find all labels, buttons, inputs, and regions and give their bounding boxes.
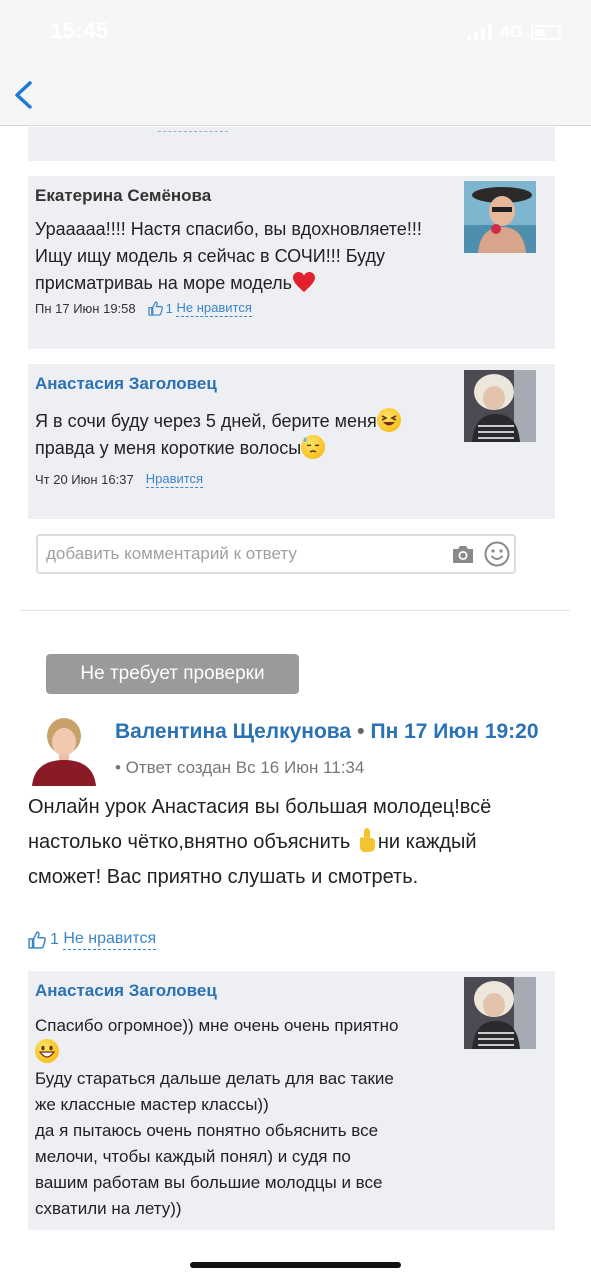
comment-date: Чт 20 Июн 16:37 (35, 472, 134, 487)
comment-card: Анастасия Заголовец Спасибо огромное)) м… (28, 971, 555, 1230)
like-control[interactable]: Нравится (145, 471, 204, 488)
post-date[interactable]: Пн 17 Июн 19:20 (370, 720, 538, 743)
like-count: 1 (50, 931, 59, 948)
avatar-photo (464, 977, 536, 1049)
camera-icon[interactable] (452, 544, 474, 564)
chevron-left-icon[interactable] (10, 77, 40, 113)
comment-author[interactable]: Екатерина Семёнова (35, 186, 211, 206)
avatar-photo (464, 370, 536, 442)
comment-meta: Пн 17 Июн 19:58 1 Не нравится (35, 300, 252, 317)
avatar[interactable] (464, 181, 536, 253)
comment-author[interactable]: Анастасия Заголовец (35, 981, 217, 1001)
comment-date: Пн 17 Июн 19:58 (35, 301, 136, 316)
nav-bar (0, 64, 591, 126)
thumbs-up-icon (28, 931, 46, 949)
like-toggle-link[interactable]: Нравится (145, 471, 204, 488)
comment-text: Урааааа!!!! Настя спасибо, вы вдохновляе… (35, 219, 422, 293)
avatar[interactable] (28, 714, 100, 786)
separator: • (357, 720, 365, 743)
comment-text: Спасибо огромное)) мне очень очень прият… (35, 1016, 399, 1218)
avatar-photo (28, 714, 100, 786)
reply-comment-input[interactable] (46, 542, 446, 566)
status-badge: Не требует проверки (46, 654, 299, 694)
comment-card-partial (28, 127, 555, 161)
grinning-squinting-face-icon (376, 408, 401, 432)
section-divider (20, 610, 570, 611)
downcast-face-with-sweat-icon (301, 435, 326, 459)
post-author-line: Валентина Щелкунова • Пн 17 Июн 19:20 (115, 720, 539, 744)
grinning-face-icon (35, 1039, 59, 1063)
avatar-photo (464, 181, 536, 253)
network-label: 4G (500, 22, 523, 41)
status-time: 15:45 (50, 18, 109, 43)
like-control[interactable]: 1 Не нравится (28, 930, 157, 950)
reply-comment-box (36, 534, 516, 574)
comment-meta: Чт 20 Июн 16:37 Нравится (35, 471, 204, 488)
red-heart-icon (293, 272, 316, 292)
comment-card: Анастасия Заголовец Я в сочи буду через … (28, 364, 555, 519)
index-pointing-up-icon (356, 827, 378, 853)
post-text: Онлайн урок Анастасия вы большая молодец… (28, 796, 492, 888)
post-created: • Ответ создан Вс 16 Июн 11:34 (115, 758, 365, 777)
avatar[interactable] (464, 370, 536, 442)
status-bar: 15:45 4G (0, 0, 591, 64)
status-indicators: 4G (467, 22, 561, 42)
like-toggle-link[interactable]: Не нравится (176, 300, 252, 317)
battery-icon (531, 24, 561, 40)
smile-icon[interactable] (484, 541, 510, 567)
like-control[interactable]: 1 Не нравится (147, 300, 252, 317)
avatar[interactable] (464, 977, 536, 1049)
signal-icon (467, 24, 493, 40)
comment-author[interactable]: Анастасия Заголовец (35, 374, 217, 394)
post-author[interactable]: Валентина Щелкунова (115, 720, 351, 743)
like-count: 1 (165, 301, 173, 316)
comment-card: Екатерина Семёнова Урааааа!!!! Настя спа… (28, 176, 555, 349)
like-link-partial[interactable] (158, 127, 228, 132)
like-toggle-link[interactable]: Не нравится (63, 930, 157, 950)
home-indicator[interactable] (190, 1262, 401, 1268)
thumbs-up-icon (147, 301, 163, 316)
comment-text: Я в сочи буду через 5 дней, берите меня … (35, 408, 460, 462)
